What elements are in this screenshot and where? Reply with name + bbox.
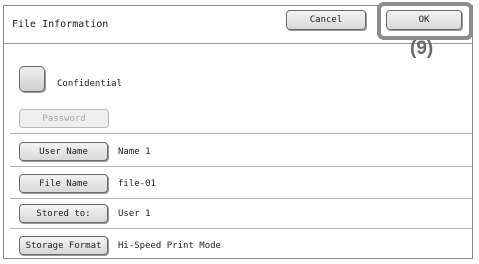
user-name-value: Name 1 xyxy=(118,147,151,157)
divider xyxy=(10,166,472,167)
ok-callout-highlight xyxy=(377,2,473,40)
user-name-button[interactable]: User Name xyxy=(19,142,108,161)
confidential-label: Confidential xyxy=(57,79,123,89)
storage-format-button[interactable]: Storage Format xyxy=(19,236,108,255)
divider xyxy=(10,133,472,134)
step-marker: (9) xyxy=(410,38,434,59)
stored-to-value: User 1 xyxy=(118,209,151,219)
file-name-button[interactable]: File Name xyxy=(19,174,108,193)
divider xyxy=(10,228,472,229)
confidential-checkbox[interactable] xyxy=(19,66,45,92)
storage-format-value: Hi-Speed Print Mode xyxy=(118,241,221,251)
password-button[interactable]: Password xyxy=(19,109,109,128)
dialog-title: File Information xyxy=(12,19,109,30)
cancel-button[interactable]: Cancel xyxy=(286,10,366,30)
stored-to-button[interactable]: Stored to: xyxy=(19,204,108,223)
file-name-value: file-01 xyxy=(118,179,156,189)
divider xyxy=(10,198,472,199)
